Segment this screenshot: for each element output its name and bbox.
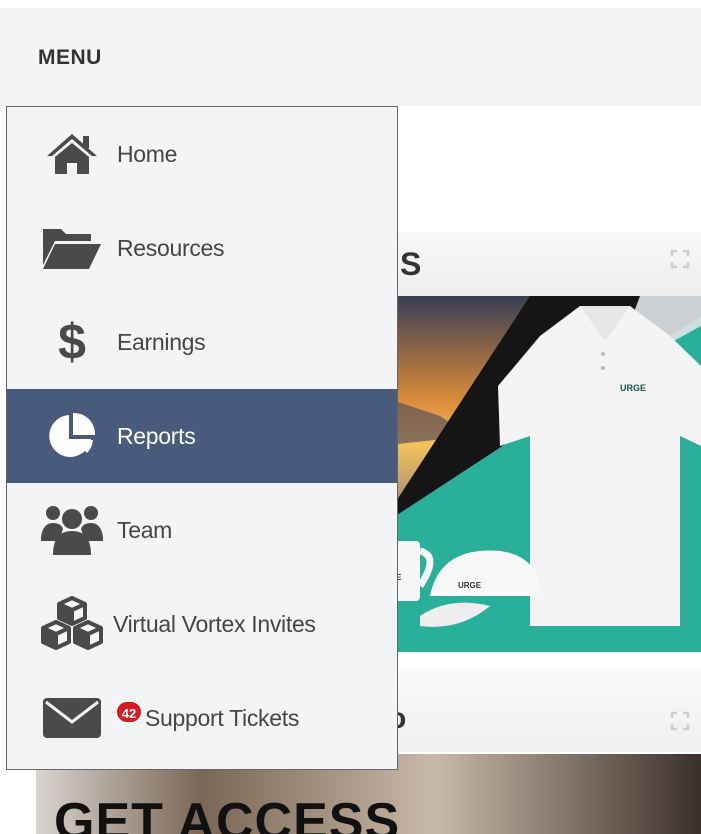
sidebar-item-resources[interactable]: Resources (7, 201, 397, 295)
panel-header-second: o (380, 668, 701, 752)
pie-chart-icon (37, 401, 107, 471)
sidebar-item-team[interactable]: Team (7, 483, 397, 577)
sidebar-item-support-tickets[interactable]: 42 Support Tickets (7, 671, 397, 765)
sidebar-item-label: Team (117, 516, 173, 543)
folder-open-icon (37, 213, 107, 283)
expand-icon[interactable] (669, 248, 691, 270)
cap-logo: URGE (458, 581, 482, 590)
sidebar-item-reports[interactable]: Reports (7, 389, 397, 483)
sidebar-item-home[interactable]: Home (7, 107, 397, 201)
sidebar-item-label: Home (117, 140, 178, 167)
panel-header-promo: S (380, 232, 701, 296)
home-icon (37, 119, 107, 189)
promo-image: URGE RGE URGE (380, 296, 701, 652)
sidebar-item-label: Reports (117, 422, 196, 449)
sidebar-item-label: Earnings (117, 328, 206, 355)
panel-title: S (400, 246, 422, 282)
ticket-count-badge: 42 (115, 700, 143, 724)
banner-text: GET ACCESS (54, 793, 401, 834)
sidebar-menu: Home Resources $ Earnings Reports Team V… (6, 106, 398, 770)
sidebar-item-earnings[interactable]: $ Earnings (7, 295, 397, 389)
shirt-logo: URGE (620, 383, 646, 393)
dollar-icon: $ (58, 314, 86, 370)
sidebar-item-label: Resources (117, 234, 225, 261)
sidebar-item-virtual-vortex-invites[interactable]: Virtual Vortex Invites (7, 577, 397, 671)
team-icon (37, 495, 107, 565)
cubes-icon (37, 589, 107, 659)
menu-heading: MENU (38, 46, 102, 69)
envelope-icon (37, 683, 107, 753)
sidebar-item-label: Virtual Vortex Invites (113, 610, 316, 637)
sidebar-item-label: Support Tickets (145, 704, 300, 731)
expand-icon[interactable] (669, 710, 691, 732)
top-bar: MENU (0, 8, 701, 106)
